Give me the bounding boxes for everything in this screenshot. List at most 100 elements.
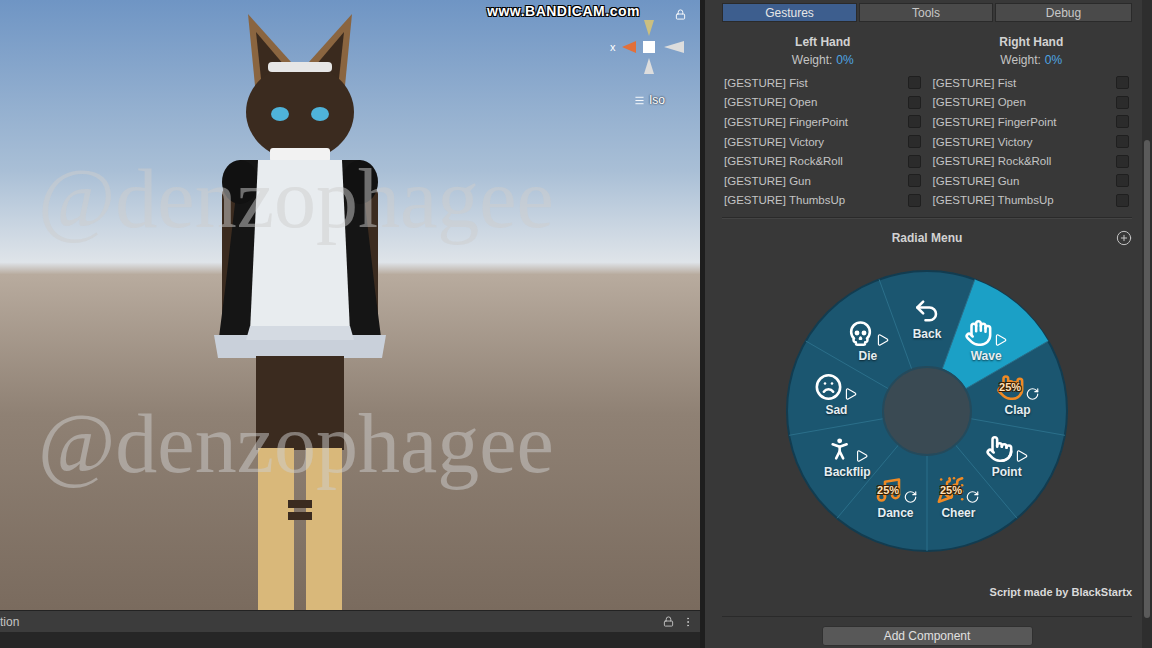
hand-column: Left HandWeight:0%[GESTURE] Fist[GESTURE… [722, 35, 924, 210]
plus-icon[interactable] [1116, 230, 1132, 246]
radial-item[interactable]: Backflip [824, 435, 871, 479]
scene-viewport[interactable]: @denzophagee@denzophageewww.BANDICAM.com… [0, 0, 700, 610]
gesture-row[interactable]: [GESTURE] Open [931, 93, 1133, 113]
radial-menu[interactable]: BackWave25%ClapPoint25%Cheer25%DanceBack… [786, 270, 1068, 552]
tab[interactable]: Debug [995, 3, 1132, 22]
radial-item-icons: 25% [937, 476, 980, 504]
gesture-label: [GESTURE] ThumbsUp [724, 194, 845, 206]
radial-item-icons [846, 319, 889, 347]
bottom-strip [0, 632, 700, 648]
right-axis-icon[interactable] [664, 41, 684, 53]
radial-item[interactable]: Sad [815, 373, 858, 417]
toggle-marker [1025, 387, 1039, 401]
radial-item-icon-box [846, 319, 874, 347]
menu-icon[interactable] [634, 95, 645, 106]
gesture-row[interactable]: [GESTURE] FingerPoint [931, 112, 1133, 132]
center-disc [883, 367, 971, 455]
gesture-checkbox[interactable] [908, 135, 921, 148]
toggle-marker [903, 490, 917, 504]
play-icon [994, 333, 1008, 347]
radial-item-label: Backflip [824, 465, 871, 479]
add-component-button[interactable]: Add Component [822, 626, 1033, 646]
x-axis-icon[interactable] [622, 41, 636, 53]
center-cube-icon[interactable] [643, 41, 655, 53]
gesture-icon [985, 435, 1013, 463]
radial-item-icon-box [815, 373, 843, 401]
gesture-row[interactable]: [GESTURE] Open [722, 93, 924, 113]
gesture-checkbox[interactable] [908, 96, 921, 109]
bar-icons [663, 616, 694, 628]
play-icon [855, 449, 869, 463]
sector-line [789, 419, 884, 436]
inspector-bottom: Add Component [722, 616, 1132, 648]
gesture-checkbox[interactable] [908, 194, 921, 207]
gesture-label: [GESTURE] ThumbsUp [933, 194, 1054, 206]
gesture-row[interactable]: [GESTURE] Rock&Roll [722, 151, 924, 171]
toggle-value: 25% [877, 484, 899, 496]
gesture-row[interactable]: [GESTURE] Fist [722, 73, 924, 93]
radial-item-label: Dance [878, 506, 914, 520]
projection-label[interactable]: Iso [634, 93, 665, 107]
tab[interactable]: Gestures [722, 3, 857, 22]
gesture-row[interactable]: [GESTURE] Victory [722, 132, 924, 152]
selected-sector [942, 280, 1048, 389]
gesture-row[interactable]: [GESTURE] Rock&Roll [931, 151, 1133, 171]
gesture-row[interactable]: [GESTURE] ThumbsUp [722, 191, 924, 211]
tab[interactable]: Tools [859, 3, 993, 22]
play-marker [1014, 449, 1028, 463]
hands-grid: Left HandWeight:0%[GESTURE] Fist[GESTURE… [722, 35, 1132, 210]
down-axis-icon[interactable] [644, 58, 654, 74]
y-axis-icon[interactable] [644, 20, 654, 36]
gesture-checkbox[interactable] [1116, 115, 1129, 128]
radial-item[interactable]: 25%Clap [996, 373, 1039, 417]
gesture-row[interactable]: [GESTURE] ThumbsUp [931, 191, 1133, 211]
radial-item[interactable]: Back [913, 297, 942, 341]
gesture-label: [GESTURE] Rock&Roll [724, 155, 843, 167]
play-icon [1014, 449, 1028, 463]
radial-item[interactable]: Wave [965, 319, 1008, 363]
toggle-value: 25% [940, 484, 962, 496]
gesture-label: [GESTURE] Rock&Roll [933, 155, 1052, 167]
recorder-watermark: www.BANDICAM.com [487, 3, 640, 19]
scrollbar[interactable] [1142, 0, 1152, 648]
gesture-checkbox[interactable] [908, 115, 921, 128]
add-slot[interactable] [1116, 230, 1132, 246]
scene-drawing [0, 0, 700, 610]
scroll-thumb[interactable] [1144, 140, 1150, 618]
axis-label: x [610, 41, 616, 53]
hand-title: Right Hand [931, 35, 1133, 49]
lock-icon[interactable] [663, 616, 674, 627]
gesture-checkbox[interactable] [1116, 76, 1129, 89]
gesture-row[interactable]: [GESTURE] Victory [931, 132, 1133, 152]
radial-item-icon-box: 25% [874, 476, 902, 504]
gesture-row[interactable]: [GESTURE] Gun [722, 171, 924, 191]
gesture-checkbox[interactable] [1116, 194, 1129, 207]
tab-row: GesturesToolsDebug [722, 3, 1132, 22]
gesture-label: [GESTURE] Open [724, 96, 817, 108]
gesture-checkbox[interactable] [1116, 96, 1129, 109]
orientation-gizmo[interactable]: x [606, 16, 690, 86]
more-icon[interactable] [682, 616, 694, 628]
gesture-row[interactable]: [GESTURE] Gun [931, 171, 1133, 191]
gesture-checkbox[interactable] [908, 174, 921, 187]
weight-value: 0% [1045, 53, 1062, 67]
lock-icon[interactable] [675, 9, 686, 20]
unity-editor: @denzophagee@denzophageewww.BANDICAM.com… [0, 0, 1152, 648]
gesture-checkbox[interactable] [1116, 174, 1129, 187]
gesture-label: [GESTURE] Fist [933, 77, 1017, 89]
gesture-row[interactable]: [GESTURE] FingerPoint [722, 112, 924, 132]
sector-line [927, 455, 928, 551]
radial-item[interactable]: Point [985, 435, 1028, 479]
weight-value: 0% [836, 53, 853, 67]
gesture-checkbox[interactable] [1116, 135, 1129, 148]
radial-item-label: Back [913, 327, 942, 341]
gesture-checkbox[interactable] [908, 155, 921, 168]
gesture-checkbox[interactable] [1116, 155, 1129, 168]
view-lock[interactable] [675, 9, 686, 20]
radial-item[interactable]: Die [846, 319, 889, 363]
radial-item[interactable]: 25%Cheer [937, 476, 980, 520]
radial-item-icons [826, 435, 869, 463]
gesture-row[interactable]: [GESTURE] Fist [931, 73, 1133, 93]
gesture-checkbox[interactable] [908, 76, 921, 89]
radial-item[interactable]: 25% Dance [874, 476, 917, 520]
